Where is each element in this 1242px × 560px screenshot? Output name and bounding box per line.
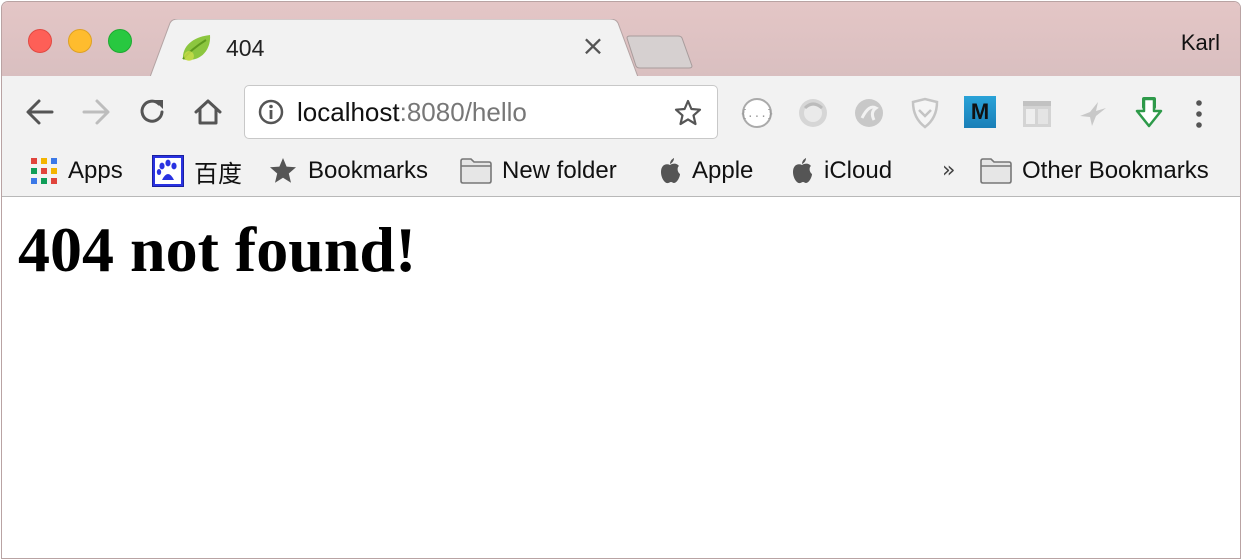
bookmark-apps[interactable]: Apps xyxy=(30,154,123,188)
reader-layout-extension-icon[interactable] xyxy=(1020,96,1054,130)
tab-shape xyxy=(150,19,638,77)
spring-leaf-icon xyxy=(182,35,211,61)
baidu-paw-icon xyxy=(152,155,184,187)
bookmark-bookmarks[interactable]: Bookmarks xyxy=(268,154,428,188)
minimize-window-button[interactable] xyxy=(68,29,92,53)
grey-swirl-extension-icon[interactable] xyxy=(852,96,886,130)
apps-grid-icon xyxy=(31,158,57,184)
download-extension-icon[interactable] xyxy=(1132,96,1166,130)
star-icon[interactable] xyxy=(673,98,703,128)
json-viewer-extension-icon[interactable]: {...} xyxy=(740,96,774,130)
bookmarks-overflow-chevron[interactable]: » xyxy=(942,158,955,183)
hummingbird-extension-icon[interactable] xyxy=(1076,96,1110,130)
bookmark-baidu-label: 百度 xyxy=(194,160,242,188)
bookmark-new-folder-label: New folder xyxy=(502,157,617,184)
home-button[interactable] xyxy=(188,92,228,132)
grey-circle-glyph xyxy=(799,99,827,127)
bookmark-apps-label: Apps xyxy=(68,157,123,184)
page-heading: 404 not found! xyxy=(18,214,417,285)
bookmark-bookmarks-label: Bookmarks xyxy=(308,157,429,184)
tab-title: 404 xyxy=(226,35,265,61)
bookmark-other-bookmarks-label: Other Bookmarks xyxy=(1022,157,1209,184)
shield-extension-icon[interactable] xyxy=(908,96,942,130)
address-bar[interactable]: localhost:8080/hello xyxy=(244,85,718,139)
json-viewer-glyph: {...} xyxy=(740,98,774,128)
download-arrow-glyph xyxy=(1135,97,1163,128)
back-button[interactable] xyxy=(20,92,60,132)
m-extension-icon[interactable]: M xyxy=(964,96,998,130)
bookmark-icloud-label: iCloud xyxy=(824,157,893,184)
folder-icon xyxy=(460,158,492,184)
hummingbird-glyph xyxy=(1080,102,1106,126)
url-path: :8080/hello xyxy=(399,97,527,127)
page-content: 404 not found! xyxy=(2,197,1240,558)
reload-icon xyxy=(140,99,164,123)
close-tab-icon[interactable]: × xyxy=(580,32,606,60)
back-arrow-icon xyxy=(26,99,54,125)
bookmark-new-folder[interactable]: New folder xyxy=(460,154,617,188)
bookmark-apple-label: Apple xyxy=(692,157,754,184)
reload-button[interactable] xyxy=(132,92,172,132)
bookmarks-bar: Apps 百度 Bookmarks New folder Apple iClou… xyxy=(2,148,1240,197)
browser-window: 404 × Karl localhost:8080/hello {...} M … xyxy=(2,2,1240,558)
close-window-button[interactable] xyxy=(28,29,52,53)
m-extension-label: M xyxy=(964,96,996,128)
url-host: localhost xyxy=(297,97,400,127)
grey-swirl-glyph xyxy=(855,99,883,127)
title-bar: 404 × Karl xyxy=(2,2,1240,77)
apple-icon xyxy=(793,158,812,184)
bookmark-icloud[interactable]: iCloud xyxy=(790,154,892,188)
grey-circle-extension-icon[interactable] xyxy=(796,96,830,130)
bookmark-apple[interactable]: Apple xyxy=(658,154,753,188)
apple-icon xyxy=(661,158,680,184)
menu-dots-icon[interactable] xyxy=(1192,98,1206,130)
folder-icon xyxy=(980,158,1012,184)
shield-glyph xyxy=(911,97,939,129)
profile-name[interactable]: Karl xyxy=(1181,30,1220,56)
maximize-window-button[interactable] xyxy=(108,29,132,53)
info-icon[interactable] xyxy=(257,98,285,126)
new-tab-button[interactable] xyxy=(626,35,694,69)
svg-text:{...}: {...} xyxy=(740,107,773,120)
toolbar: localhost:8080/hello {...} M xyxy=(2,76,1240,148)
bookmark-other-bookmarks[interactable]: Other Bookmarks xyxy=(980,154,1209,188)
home-icon xyxy=(194,99,222,125)
star-icon xyxy=(270,158,296,183)
forward-button[interactable] xyxy=(76,92,116,132)
bookmark-baidu[interactable]: 百度 xyxy=(152,154,242,188)
active-tab[interactable]: 404 × xyxy=(150,19,638,77)
reader-layout-glyph xyxy=(1023,101,1051,127)
forward-arrow-icon xyxy=(82,99,110,125)
url-text[interactable]: localhost:8080/hello xyxy=(297,97,527,128)
